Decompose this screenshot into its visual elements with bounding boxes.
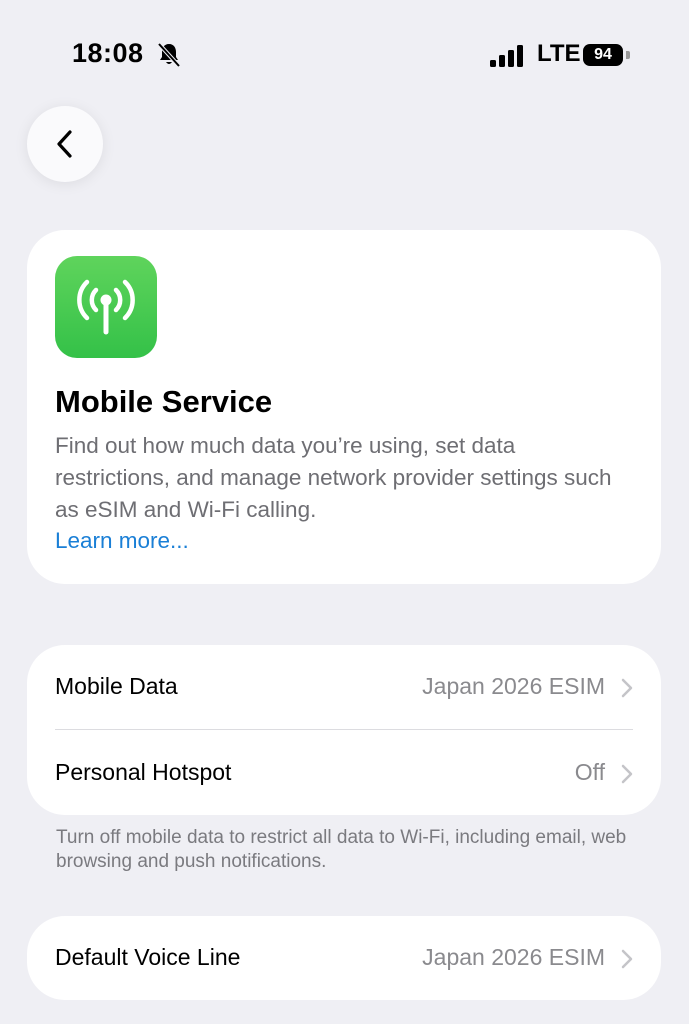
chevron-right-icon [621,678,633,698]
row-value: Japan 2026 ESIM [422,944,605,970]
default-voice-line-row[interactable]: Default Voice Line Japan 2026 ESIM [27,916,661,1000]
info-description: Find out how much data you’re using, set… [55,433,612,522]
mobile-data-footnote: Turn off mobile data to restrict all dat… [56,827,627,872]
mobile-settings-group: Mobile Data Japan 2026 ESIM Personal Hot… [27,645,661,815]
row-value: Japan 2026 ESIM [422,673,605,699]
row-label: Mobile Data [55,673,178,699]
network-type: LTE [537,40,581,67]
cellular-signal-icon [490,45,523,67]
mobile-data-row[interactable]: Mobile Data Japan 2026 ESIM [27,645,661,729]
chevron-right-icon [621,764,633,784]
chevron-left-icon [57,130,72,158]
voice-line-group: Default Voice Line Japan 2026 ESIM [27,916,661,1000]
row-label: Default Voice Line [55,944,241,970]
row-label: Personal Hotspot [55,759,232,785]
status-time: 18:08 [72,38,144,68]
status-bar: 18:08 LTE 94 [0,0,689,100]
back-button[interactable] [27,106,103,182]
learn-more-link[interactable]: Learn more... [55,528,189,554]
chevron-right-icon [621,949,633,969]
personal-hotspot-row[interactable]: Personal Hotspot Off [27,731,661,815]
row-value: Off [574,759,605,785]
bell-slash-icon [157,42,181,68]
battery-icon: 94 [583,44,623,66]
battery-cap [626,51,630,59]
antenna-icon [77,279,135,335]
mobile-service-app-icon [55,256,157,358]
mobile-service-info-card: Mobile Service Find out how much data yo… [27,230,661,584]
page-title: Mobile Service [55,384,273,419]
divider [55,729,633,730]
